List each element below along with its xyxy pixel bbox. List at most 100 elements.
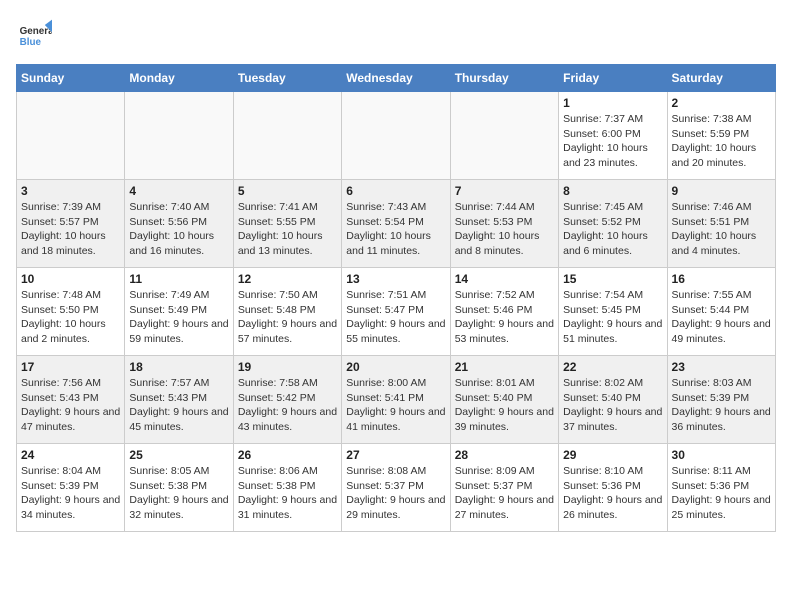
day-info: Sunrise: 7:51 AM Sunset: 5:47 PM Dayligh… <box>346 288 445 347</box>
weekday-header: Sunday <box>17 65 125 92</box>
calendar-cell: 29 Sunrise: 8:10 AM Sunset: 5:36 PM Dayli… <box>559 444 667 532</box>
day-number: 4 <box>129 184 228 198</box>
day-info: Sunrise: 7:50 AM Sunset: 5:48 PM Dayligh… <box>238 288 337 347</box>
calendar-cell: 2 Sunrise: 7:38 AM Sunset: 5:59 PM Daylig… <box>667 92 775 180</box>
page-header: General Blue <box>16 16 776 52</box>
weekday-header: Tuesday <box>233 65 341 92</box>
calendar-cell: 14 Sunrise: 7:52 AM Sunset: 5:46 PM Dayli… <box>450 268 558 356</box>
calendar-week-row: 1Sunrise: 7:37 AM Sunset: 6:00 PM Daylig… <box>17 92 776 180</box>
day-number: 3 <box>21 184 120 198</box>
day-number: 10 <box>21 272 120 286</box>
calendar-cell: 24 Sunrise: 8:04 AM Sunset: 5:39 PM Dayli… <box>17 444 125 532</box>
day-number: 11 <box>129 272 228 286</box>
day-number: 1 <box>563 96 662 110</box>
day-number: 25 <box>129 448 228 462</box>
calendar-week-row: 24 Sunrise: 8:04 AM Sunset: 5:39 PM Dayli… <box>17 444 776 532</box>
day-info: Sunrise: 7:43 AM Sunset: 5:54 PM Dayligh… <box>346 200 445 259</box>
day-number: 26 <box>238 448 337 462</box>
day-info: Sunrise: 8:08 AM Sunset: 5:37 PM Dayligh… <box>346 464 445 523</box>
calendar-cell: 30Sunrise: 8:11 AM Sunset: 5:36 PM Dayli… <box>667 444 775 532</box>
calendar-cell: 6 Sunrise: 7:43 AM Sunset: 5:54 PM Daylig… <box>342 180 450 268</box>
calendar-cell: 4 Sunrise: 7:40 AM Sunset: 5:56 PM Daylig… <box>125 180 233 268</box>
day-number: 24 <box>21 448 120 462</box>
day-number: 2 <box>672 96 771 110</box>
day-info: Sunrise: 8:11 AM Sunset: 5:36 PM Dayligh… <box>672 464 771 523</box>
day-number: 13 <box>346 272 445 286</box>
calendar-cell: 8Sunrise: 7:45 AM Sunset: 5:52 PM Daylig… <box>559 180 667 268</box>
calendar-cell <box>450 92 558 180</box>
calendar-cell: 18Sunrise: 7:57 AM Sunset: 5:43 PM Dayli… <box>125 356 233 444</box>
day-number: 29 <box>563 448 662 462</box>
day-info: Sunrise: 7:39 AM Sunset: 5:57 PM Dayligh… <box>21 200 120 259</box>
calendar-cell: 12 Sunrise: 7:50 AM Sunset: 5:48 PM Dayli… <box>233 268 341 356</box>
day-info: Sunrise: 7:48 AM Sunset: 5:50 PM Dayligh… <box>21 288 120 347</box>
day-number: 16 <box>672 272 771 286</box>
calendar-cell <box>233 92 341 180</box>
day-info: Sunrise: 7:38 AM Sunset: 5:59 PM Dayligh… <box>672 112 771 171</box>
svg-text:General: General <box>20 26 52 37</box>
day-number: 14 <box>455 272 554 286</box>
calendar-cell: 20 Sunrise: 8:00 AM Sunset: 5:41 PM Dayli… <box>342 356 450 444</box>
day-info: Sunrise: 7:46 AM Sunset: 5:51 PM Dayligh… <box>672 200 771 259</box>
calendar-cell: 1Sunrise: 7:37 AM Sunset: 6:00 PM Daylig… <box>559 92 667 180</box>
calendar-cell: 16 Sunrise: 7:55 AM Sunset: 5:44 PM Dayli… <box>667 268 775 356</box>
day-info: Sunrise: 7:49 AM Sunset: 5:49 PM Dayligh… <box>129 288 228 347</box>
day-number: 5 <box>238 184 337 198</box>
day-number: 22 <box>563 360 662 374</box>
calendar-cell: 3 Sunrise: 7:39 AM Sunset: 5:57 PM Daylig… <box>17 180 125 268</box>
day-number: 9 <box>672 184 771 198</box>
calendar-cell <box>125 92 233 180</box>
day-info: Sunrise: 7:58 AM Sunset: 5:42 PM Dayligh… <box>238 376 337 435</box>
calendar-cell: 27 Sunrise: 8:08 AM Sunset: 5:37 PM Dayli… <box>342 444 450 532</box>
day-info: Sunrise: 8:00 AM Sunset: 5:41 PM Dayligh… <box>346 376 445 435</box>
calendar-cell: 22 Sunrise: 8:02 AM Sunset: 5:40 PM Dayli… <box>559 356 667 444</box>
calendar-cell: 11 Sunrise: 7:49 AM Sunset: 5:49 PM Dayli… <box>125 268 233 356</box>
svg-text:Blue: Blue <box>20 37 42 48</box>
weekday-header: Saturday <box>667 65 775 92</box>
day-info: Sunrise: 8:10 AM Sunset: 5:36 PM Dayligh… <box>563 464 662 523</box>
weekday-header: Wednesday <box>342 65 450 92</box>
day-number: 19 <box>238 360 337 374</box>
day-info: Sunrise: 8:04 AM Sunset: 5:39 PM Dayligh… <box>21 464 120 523</box>
day-number: 20 <box>346 360 445 374</box>
day-number: 27 <box>346 448 445 462</box>
calendar-cell: 7 Sunrise: 7:44 AM Sunset: 5:53 PM Daylig… <box>450 180 558 268</box>
calendar-cell: 21 Sunrise: 8:01 AM Sunset: 5:40 PM Dayli… <box>450 356 558 444</box>
calendar-cell: 10 Sunrise: 7:48 AM Sunset: 5:50 PM Dayli… <box>17 268 125 356</box>
day-number: 8 <box>563 184 662 198</box>
day-number: 21 <box>455 360 554 374</box>
calendar-body: 1Sunrise: 7:37 AM Sunset: 6:00 PM Daylig… <box>17 92 776 532</box>
calendar-week-row: 10 Sunrise: 7:48 AM Sunset: 5:50 PM Dayli… <box>17 268 776 356</box>
day-info: Sunrise: 8:03 AM Sunset: 5:39 PM Dayligh… <box>672 376 771 435</box>
calendar-cell: 5 Sunrise: 7:41 AM Sunset: 5:55 PM Daylig… <box>233 180 341 268</box>
weekday-header: Monday <box>125 65 233 92</box>
calendar-cell: 9 Sunrise: 7:46 AM Sunset: 5:51 PM Daylig… <box>667 180 775 268</box>
calendar-week-row: 17 Sunrise: 7:56 AM Sunset: 5:43 PM Dayli… <box>17 356 776 444</box>
day-info: Sunrise: 7:56 AM Sunset: 5:43 PM Dayligh… <box>21 376 120 435</box>
day-info: Sunrise: 8:02 AM Sunset: 5:40 PM Dayligh… <box>563 376 662 435</box>
day-info: Sunrise: 7:44 AM Sunset: 5:53 PM Dayligh… <box>455 200 554 259</box>
day-info: Sunrise: 8:01 AM Sunset: 5:40 PM Dayligh… <box>455 376 554 435</box>
day-info: Sunrise: 7:40 AM Sunset: 5:56 PM Dayligh… <box>129 200 228 259</box>
day-info: Sunrise: 7:55 AM Sunset: 5:44 PM Dayligh… <box>672 288 771 347</box>
weekday-header: Thursday <box>450 65 558 92</box>
calendar-cell: 26 Sunrise: 8:06 AM Sunset: 5:38 PM Dayli… <box>233 444 341 532</box>
day-info: Sunrise: 7:41 AM Sunset: 5:55 PM Dayligh… <box>238 200 337 259</box>
day-number: 17 <box>21 360 120 374</box>
day-number: 12 <box>238 272 337 286</box>
day-info: Sunrise: 7:52 AM Sunset: 5:46 PM Dayligh… <box>455 288 554 347</box>
calendar-cell: 17 Sunrise: 7:56 AM Sunset: 5:43 PM Dayli… <box>17 356 125 444</box>
calendar-cell: 23Sunrise: 8:03 AM Sunset: 5:39 PM Dayli… <box>667 356 775 444</box>
day-number: 7 <box>455 184 554 198</box>
calendar-table: SundayMondayTuesdayWednesdayThursdayFrid… <box>16 64 776 532</box>
calendar-header: SundayMondayTuesdayWednesdayThursdayFrid… <box>17 65 776 92</box>
calendar-cell: 28Sunrise: 8:09 AM Sunset: 5:37 PM Dayli… <box>450 444 558 532</box>
day-number: 6 <box>346 184 445 198</box>
day-info: Sunrise: 8:09 AM Sunset: 5:37 PM Dayligh… <box>455 464 554 523</box>
logo-icon: General Blue <box>16 16 52 52</box>
calendar-cell <box>342 92 450 180</box>
calendar-week-row: 3 Sunrise: 7:39 AM Sunset: 5:57 PM Daylig… <box>17 180 776 268</box>
calendar-cell: 19 Sunrise: 7:58 AM Sunset: 5:42 PM Dayli… <box>233 356 341 444</box>
weekday-header: Friday <box>559 65 667 92</box>
day-info: Sunrise: 8:06 AM Sunset: 5:38 PM Dayligh… <box>238 464 337 523</box>
